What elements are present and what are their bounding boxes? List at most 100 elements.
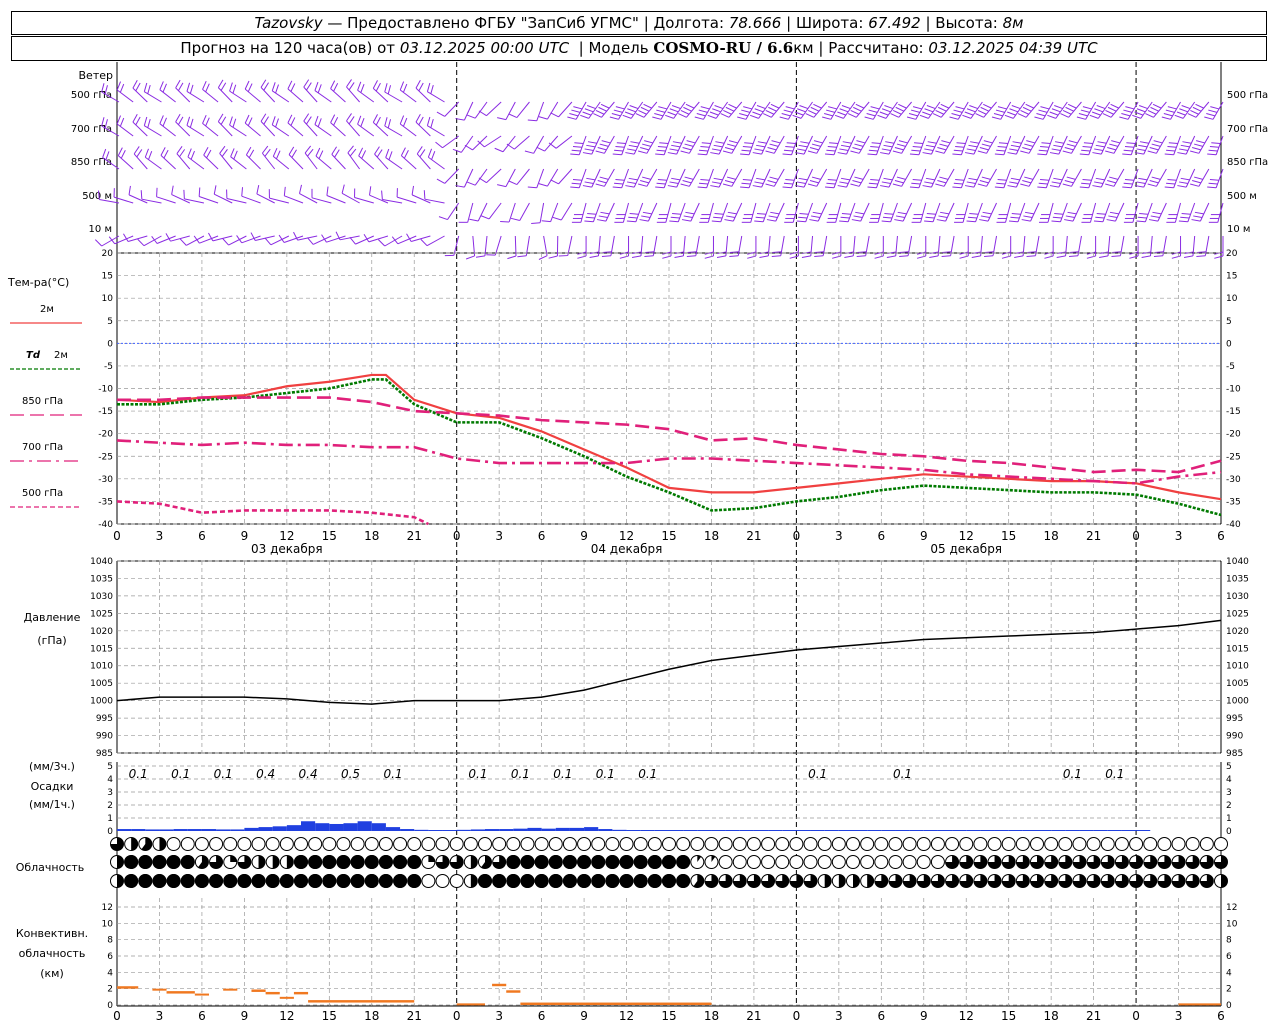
wind-barb (748, 135, 757, 155)
wind-barb-flag (850, 150, 860, 154)
wind-barb-flag (707, 114, 717, 119)
wind-barb-flag (1062, 183, 1072, 187)
time-tick: 18 (364, 529, 379, 543)
wind-barb (773, 135, 785, 154)
precip-label: 0.1 (1063, 767, 1082, 781)
wind-barb-flag (1124, 145, 1135, 148)
wind-barb-flag (430, 118, 434, 128)
wind-barb (1215, 135, 1224, 155)
wind-barb-flag (1020, 109, 1029, 115)
wind-barb (665, 202, 672, 223)
precip-ytick-right: 5 (1226, 762, 1232, 772)
wind-barb-flag (935, 150, 945, 154)
precip-bar (272, 826, 287, 831)
wind-barb-flag (1047, 114, 1057, 119)
cloud-fill (336, 874, 351, 888)
bottom-time-tick: 6 (198, 1009, 206, 1023)
wind-barb-flag (326, 186, 329, 196)
wind-barb-flag (984, 255, 994, 257)
wind-barb-flag (656, 149, 666, 152)
wind-barb-flag (895, 215, 905, 218)
wind-barb (1144, 202, 1153, 222)
bottom-time-tick: 3 (835, 1009, 843, 1023)
wind-barb-flag (1023, 215, 1033, 218)
wind-barb-flag (879, 111, 889, 116)
wind-barb-flag (334, 149, 340, 158)
wind-barb-flag (232, 118, 237, 128)
cloud-fill (591, 874, 606, 888)
cloud-symbol (463, 837, 478, 851)
wind-barb-flag (659, 142, 669, 145)
wind-barb (960, 168, 969, 188)
wind-barb-flag (287, 114, 293, 124)
precip-bar (853, 830, 868, 831)
wind-barb (555, 135, 573, 149)
wind-barb-flag (851, 219, 861, 222)
temp-ytick-left: 15 (102, 272, 113, 282)
wind-barb-flag (1025, 103, 1035, 109)
conv-segment (166, 991, 195, 994)
wind-barb-flag (248, 149, 255, 158)
wind-barb-flag (822, 116, 831, 120)
wind-barb-flag (120, 150, 126, 159)
cloud-symbol (237, 837, 252, 851)
wind-barb-flag (914, 142, 924, 145)
wind-barb-flag (686, 255, 696, 257)
cloud-fill (124, 874, 139, 888)
wind-barb-flag (1123, 149, 1133, 152)
wind-barb-flag (419, 149, 426, 158)
wind-barb-flag (1076, 116, 1086, 120)
wind-barb-flag (615, 178, 625, 181)
precip-bar (385, 827, 401, 831)
wind-barb-flag (1191, 219, 1201, 222)
wind-barb-flag (896, 143, 906, 147)
wind-barb-flag (711, 148, 721, 151)
wind-barb-flag (969, 105, 978, 110)
wind-barb-flag (1094, 108, 1104, 113)
cloud-fill (117, 874, 124, 888)
wind-barb-flag (1190, 109, 1199, 115)
wind-barb-flag (1150, 106, 1159, 112)
wind-barb-flag (855, 211, 865, 215)
wind-barb-flag (628, 216, 638, 219)
wind-barb-flag (682, 180, 692, 184)
wind-barb-flag (892, 183, 902, 187)
time-tick: 18 (1044, 529, 1059, 543)
cloud-fill (322, 874, 337, 888)
wind-barb-flag (756, 212, 767, 215)
wind-barb-flag (222, 238, 229, 246)
wind-barb-flag (994, 153, 1004, 156)
cloud-fill (534, 874, 549, 888)
wind-barb (382, 199, 403, 204)
conv-segment (194, 993, 209, 996)
wind-barb-flag (1180, 216, 1190, 219)
wind-barb (943, 135, 955, 154)
wind-barb-flag (435, 141, 443, 149)
bottom-time-tick: 0 (793, 1009, 801, 1023)
wind-barb-flag (143, 82, 148, 92)
wind-barb (326, 195, 346, 204)
wind-barb-flag (809, 180, 819, 184)
wind-barb-flag (868, 182, 878, 185)
wind-barb-flag (315, 147, 321, 157)
wind-barb-flag (602, 251, 612, 254)
precip-bar (371, 823, 386, 831)
wind-barb-flag (809, 219, 819, 222)
cloud-fill (853, 874, 860, 888)
cloud-symbol (761, 855, 776, 869)
wind-barb (244, 122, 261, 137)
wind-barb-flag (1054, 105, 1063, 110)
cloud-symbol (930, 855, 945, 869)
wind-barb (288, 154, 304, 170)
wind-barb-flag (926, 105, 936, 110)
precip-ytick-left: 1 (107, 814, 113, 824)
cloud-symbol (294, 837, 308, 851)
cloud-symbol (605, 837, 620, 851)
wind-barb-flag (1054, 141, 1065, 144)
wind-level-right: 850 гПа (1227, 157, 1268, 168)
conv-segment (506, 990, 521, 993)
wind-barb-flag (811, 143, 821, 147)
temp-series-t700 (116, 439, 1222, 485)
wind-barb-flag (622, 114, 632, 119)
wind-barb-flag (186, 82, 191, 92)
